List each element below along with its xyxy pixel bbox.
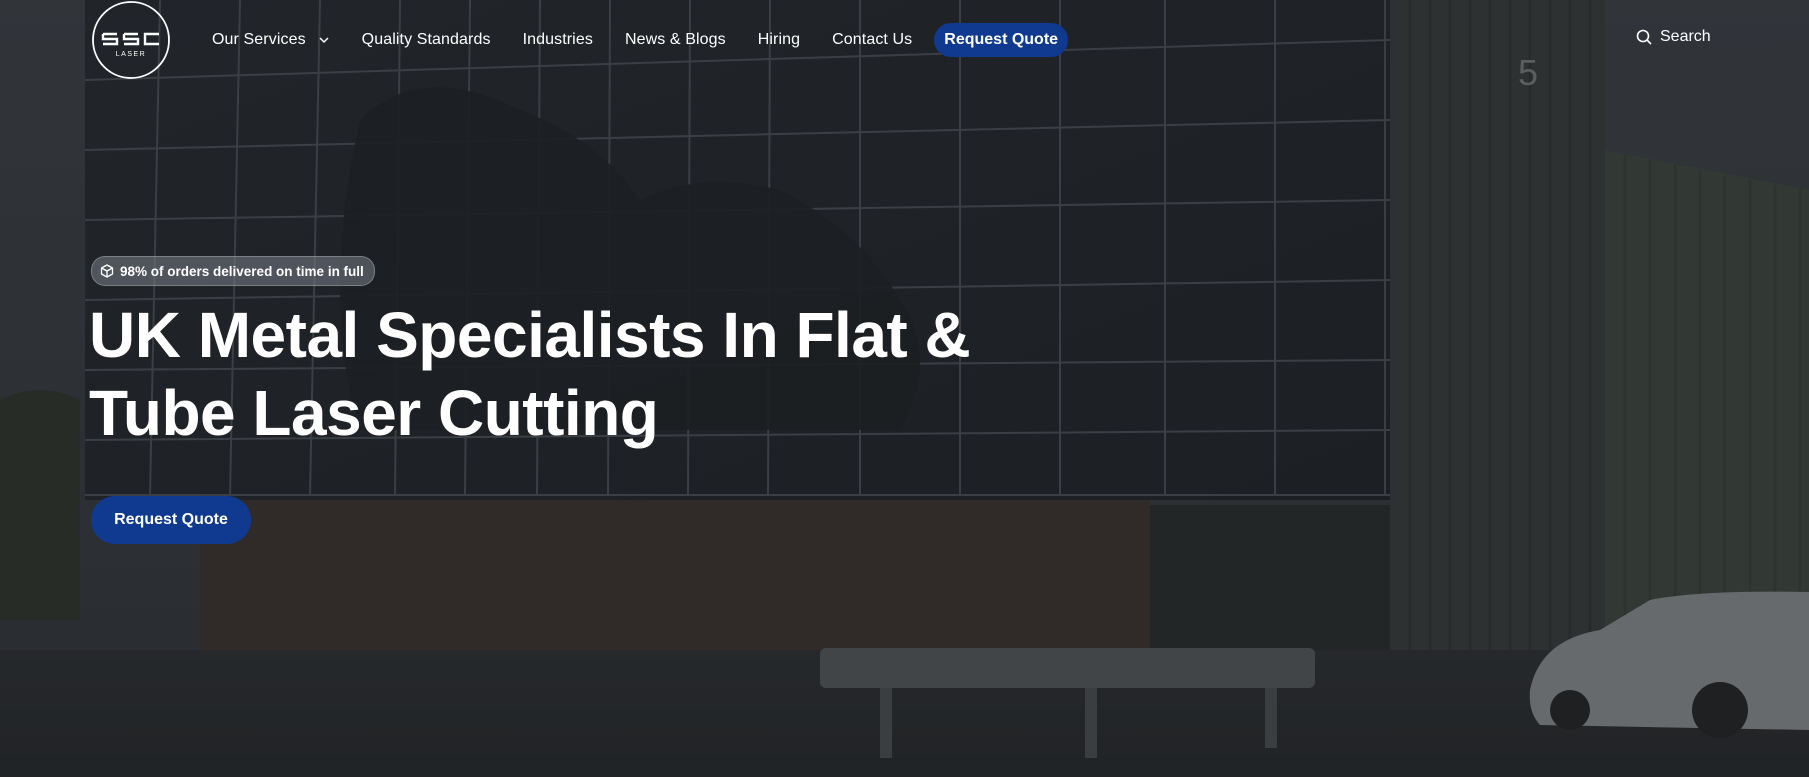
delivery-stat-badge: 98% of orders delivered on time in full (91, 256, 375, 286)
badge-text: 98% of orders delivered on time in full (120, 263, 364, 279)
box-icon (100, 264, 114, 278)
headline-line-1: UK Metal Specialists In Flat & (89, 299, 971, 371)
nav-request-quote-button[interactable]: Request Quote (934, 23, 1069, 57)
nav-item-industries[interactable]: Industries (523, 31, 593, 49)
site-header: LASER Our Services Quality Standards Ind… (0, 0, 1809, 80)
nav-item-our-services[interactable]: Our Services (212, 31, 330, 49)
nav-item-news-blogs[interactable]: News & Blogs (625, 31, 726, 49)
search-label: Search (1660, 28, 1711, 45)
nav-item-label: Our Services (212, 31, 306, 48)
ssc-laser-logo[interactable]: LASER (91, 0, 171, 80)
headline-line-2: Tube Laser Cutting (89, 377, 659, 449)
hero-request-quote-button[interactable]: Request Quote (91, 496, 251, 544)
chevron-down-icon (319, 37, 329, 44)
nav-item-quality-standards[interactable]: Quality Standards (362, 31, 491, 49)
nav-item-hiring[interactable]: Hiring (758, 31, 800, 49)
search-icon (1636, 29, 1652, 45)
nav-item-contact-us[interactable]: Contact Us (832, 31, 912, 49)
svg-text:LASER: LASER (116, 51, 146, 58)
hero-headline: UK Metal Specialists In Flat & Tube Lase… (89, 296, 1089, 452)
main-navigation: Our Services Quality Standards Industrie… (212, 22, 1069, 58)
search-button[interactable]: Search (1636, 28, 1711, 46)
